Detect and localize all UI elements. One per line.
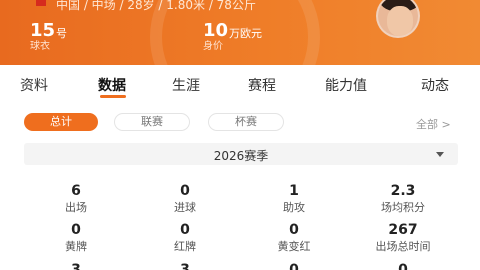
player-header: 中国 / 中场 / 28岁 / 1.80米 / 78公斤 15 号 球衣 10 … bbox=[0, 0, 480, 65]
stat-value: 0 bbox=[71, 222, 81, 238]
player-page: 中国 / 中场 / 28岁 / 1.80米 / 78公斤 15 号 球衣 1 0 … bbox=[0, 0, 480, 270]
stat-value: 2.3 bbox=[390, 183, 416, 199]
stat-total-minutes: 267 出场总时间 bbox=[343, 222, 463, 254]
caret-down-icon bbox=[436, 152, 444, 157]
jersey-number: 15 bbox=[30, 20, 56, 41]
stat-red-cards: 0 红牌 bbox=[125, 222, 245, 254]
stat-label: 出场 bbox=[65, 201, 87, 214]
tab-bar: 资料 数据 生涯 赛程 能力值 动态 bbox=[0, 70, 480, 98]
market-value-label: 身价 bbox=[203, 41, 223, 52]
tab-data[interactable]: 数据 bbox=[98, 75, 126, 95]
stat-row3-3: 0 bbox=[234, 262, 354, 270]
jersey-label: 球衣 bbox=[30, 41, 50, 52]
stat-label: 黄牌 bbox=[65, 240, 87, 253]
stat-row3-2: 3 bbox=[125, 262, 245, 270]
stat-value: 267 bbox=[388, 222, 418, 238]
filter-cup-chip[interactable]: 杯赛 bbox=[208, 113, 284, 131]
stat-assists: 1 助攻 bbox=[234, 183, 354, 215]
market-value-unit: 万欧元 bbox=[229, 27, 262, 40]
season-label: 2026赛季 bbox=[213, 149, 269, 163]
stat-label: 出场总时间 bbox=[375, 240, 431, 253]
stat-value: 0 bbox=[180, 183, 190, 199]
stat-label: 红牌 bbox=[174, 240, 196, 253]
stat-value: 1 bbox=[289, 183, 299, 199]
stat-label: 助攻 bbox=[283, 201, 305, 214]
player-avatar[interactable] bbox=[376, 0, 420, 38]
season-select[interactable]: 2026赛季 bbox=[24, 143, 458, 165]
stat-value: 0 bbox=[289, 222, 299, 238]
stat-value: 0 bbox=[180, 222, 190, 238]
stat-goals: 0 进球 bbox=[125, 183, 245, 215]
tab-career[interactable]: 生涯 bbox=[172, 75, 200, 95]
player-meta: 中国 / 中场 / 28岁 / 1.80米 / 78公斤 bbox=[56, 0, 256, 12]
stat-second-yellow: 0 黄变红 bbox=[234, 222, 354, 254]
stat-row3-4: 0 bbox=[343, 262, 463, 270]
stat-value: 3 bbox=[71, 262, 81, 270]
filter-all-link[interactable]: 全部 > bbox=[416, 116, 451, 132]
stat-value: 0 bbox=[398, 262, 408, 270]
stat-value: 0 bbox=[289, 262, 299, 270]
stat-value: 6 bbox=[71, 183, 81, 199]
market-value-number: 10 bbox=[203, 20, 229, 41]
china-flag-icon bbox=[36, 0, 46, 6]
filter-league-chip[interactable]: 联赛 bbox=[114, 113, 190, 131]
stat-label: 黄变红 bbox=[277, 240, 311, 253]
stat-appearances: 6 出场 bbox=[16, 183, 136, 215]
tab-news[interactable]: 动态 bbox=[421, 75, 449, 95]
stat-value: 3 bbox=[180, 262, 190, 270]
stat-yellow-cards: 0 黄牌 bbox=[16, 222, 136, 254]
stat-label: 场均积分 bbox=[381, 201, 425, 214]
filter-total-chip[interactable]: 总计 bbox=[24, 113, 98, 131]
active-tab-indicator bbox=[100, 95, 126, 98]
jersey-unit: 号 bbox=[56, 27, 67, 40]
tab-schedule[interactable]: 赛程 bbox=[248, 75, 276, 95]
tab-profile[interactable]: 资料 bbox=[20, 75, 48, 95]
tab-ability[interactable]: 能力值 bbox=[325, 75, 367, 95]
stat-avg-points: 2.3 场均积分 bbox=[343, 183, 463, 215]
stat-label: 进球 bbox=[174, 201, 196, 214]
stat-row3-1: 3 bbox=[16, 262, 136, 270]
